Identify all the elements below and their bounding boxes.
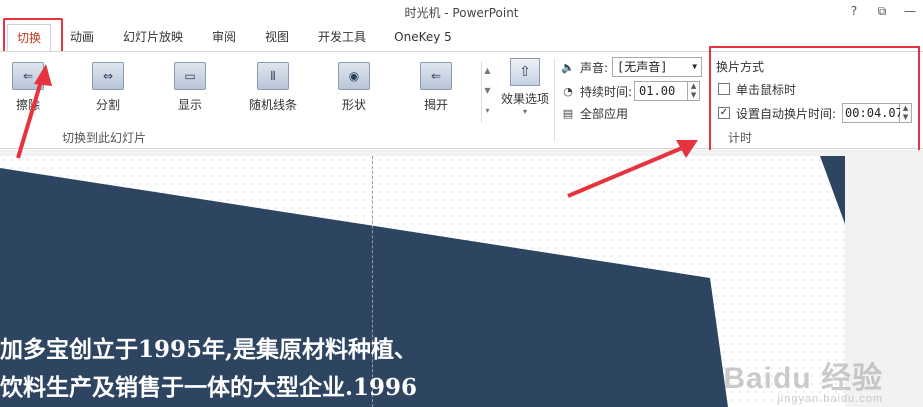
- tab-developer[interactable]: 开发工具: [312, 24, 372, 52]
- gallery-down-icon[interactable]: ▼: [482, 81, 493, 101]
- advance-highlight-box: [709, 46, 920, 154]
- gallery-up-icon[interactable]: ▲: [482, 61, 493, 81]
- ribbon-display-icon[interactable]: ⧉: [875, 3, 889, 19]
- transition-shape[interactable]: ◉ 形状: [324, 62, 384, 113]
- baidu-watermark: Baidu 经验 jingyan.baidu.com: [723, 353, 883, 405]
- sound-row: 🔈 声音: [无声音] ▼: [560, 56, 703, 78]
- tab-highlight-box: [3, 18, 63, 55]
- title-bar: 时光机 - PowerPoint ? ⧉ —: [0, 0, 923, 24]
- sound-select[interactable]: [无声音] ▼: [612, 57, 703, 77]
- transition-label: 显示: [177, 98, 202, 112]
- tab-onekey[interactable]: OneKey 5: [388, 24, 458, 52]
- help-icon[interactable]: ?: [847, 3, 861, 19]
- effect-options-label: 效果选项: [500, 92, 549, 106]
- chevron-down-icon: ▼: [692, 62, 698, 71]
- slide-text-line-1[interactable]: 加多宝创立于1995年,是集原材料种植、: [0, 330, 417, 364]
- transition-reveal[interactable]: ▭ 显示: [160, 62, 220, 113]
- tab-review[interactable]: 审阅: [206, 24, 242, 52]
- ribbon-divider: [554, 58, 555, 142]
- transition-label: 随机线条: [248, 98, 297, 112]
- sound-label: 声音:: [580, 60, 609, 75]
- tab-animations[interactable]: 动画: [64, 24, 100, 52]
- transition-random-bars[interactable]: ⦀ 随机线条: [243, 62, 303, 113]
- apply-all-button[interactable]: ▤ 全部应用: [560, 102, 628, 124]
- chevron-down-icon: ▾: [522, 107, 527, 116]
- shape-icon: ◉: [338, 62, 370, 90]
- transition-wipe[interactable]: ⇐ 擦除: [0, 62, 58, 113]
- transition-split[interactable]: ⇔ 分割: [78, 62, 138, 113]
- apply-all-label: 全部应用: [580, 106, 629, 121]
- reveal-icon: ▭: [174, 62, 206, 90]
- transition-label: 分割: [95, 98, 120, 112]
- clock-icon: ◔: [563, 84, 573, 98]
- window-controls: ? ⧉ —: [847, 3, 917, 19]
- transition-gallery: ⇐ 擦除 ⇔ 分割 ▭ 显示 ⦀ 随机线条 ◉ 形状 ⇐ 揭开 ▲ ▼ ▾: [0, 56, 494, 123]
- apply-all-icon: ▤: [562, 106, 574, 120]
- tab-slideshow[interactable]: 幻灯片放映: [118, 24, 188, 52]
- gallery-scroll[interactable]: ▲ ▼ ▾: [481, 61, 493, 123]
- sound-value: [无声音]: [617, 60, 668, 74]
- minimize-icon[interactable]: —: [903, 3, 917, 19]
- duration-row: ◔ 持续时间: 01.00 ▲ ▼: [560, 80, 701, 102]
- slide-canvas[interactable]: 加多宝创立于1995年,是集原材料种植、 饮料生产及销售于一体的大型企业.199…: [0, 156, 845, 407]
- effect-options-button[interactable]: ⇧ 效果选项 ▾: [498, 58, 552, 116]
- duration-field[interactable]: 01.00: [634, 81, 689, 101]
- watermark-main: Baidu 经验: [723, 362, 883, 395]
- transition-label: 形状: [341, 98, 366, 112]
- group-label-transitions: 切换到此幻灯片: [62, 131, 147, 145]
- navy-corner-shape: [820, 156, 845, 224]
- transition-label: 擦除: [15, 98, 40, 112]
- tab-view[interactable]: 视图: [259, 24, 295, 52]
- duration-stepper[interactable]: 01.00 ▲ ▼: [634, 81, 701, 101]
- stepper-arrows[interactable]: ▲ ▼: [688, 81, 701, 101]
- sound-icon: 🔈: [561, 60, 575, 74]
- wipe-icon: ⇐: [12, 62, 44, 90]
- effect-options-icon: ⇧: [510, 58, 540, 86]
- slide-text-line-2[interactable]: 饮料生产及销售于一体的大型企业.1996: [0, 368, 417, 402]
- slide-workspace: 加多宝创立于1995年,是集原材料种植、 饮料生产及销售于一体的大型企业.199…: [0, 150, 923, 407]
- gallery-more-icon[interactable]: ▾: [482, 101, 493, 121]
- window-title: 时光机 - PowerPoint: [404, 6, 519, 20]
- random-bars-icon: ⦀: [257, 62, 289, 90]
- transition-label: 揭开: [423, 98, 448, 112]
- duration-label: 持续时间:: [580, 84, 633, 99]
- uncover-icon: ⇐: [420, 62, 452, 90]
- transition-uncover[interactable]: ⇐ 揭开: [406, 62, 466, 113]
- split-icon: ⇔: [92, 62, 124, 90]
